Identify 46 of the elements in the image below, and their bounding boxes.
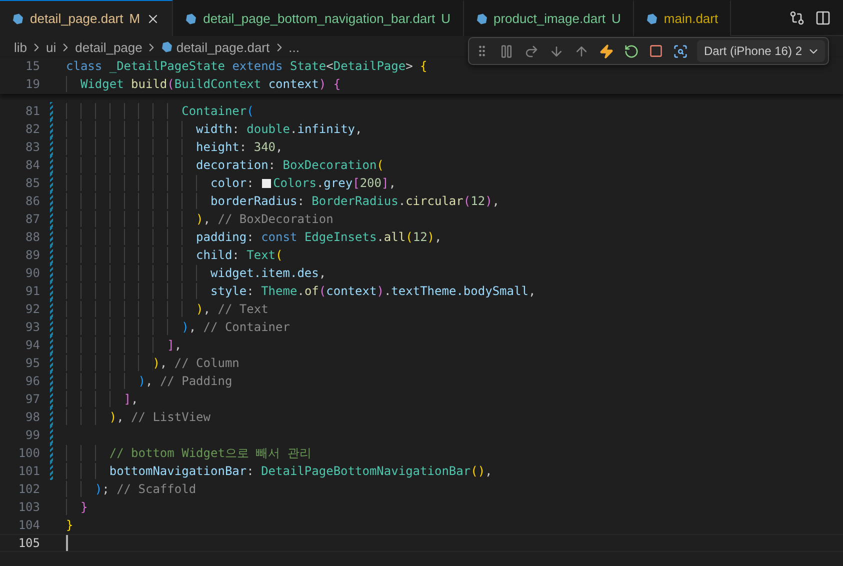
- line-number: 103: [17, 499, 40, 515]
- line-number: 19: [24, 76, 40, 92]
- split-editor-icon[interactable]: [815, 10, 831, 26]
- breadcrumb-item[interactable]: detail_page: [75, 40, 142, 54]
- line-number: 81: [24, 103, 40, 119]
- line-number: 94: [24, 337, 40, 353]
- line-number: 96: [24, 373, 40, 389]
- breadcrumb-item[interactable]: detail_page.dart: [176, 40, 270, 54]
- line-number: 102: [17, 481, 40, 497]
- dart-file-icon: [476, 12, 488, 24]
- dart-file-icon: [646, 12, 658, 24]
- line-number: 87: [24, 211, 40, 227]
- line-number: 100: [17, 445, 40, 461]
- line-number: 104: [17, 517, 40, 533]
- editor-tab[interactable]: detail_page.dart M: [0, 0, 174, 36]
- line-number: 86: [24, 193, 40, 209]
- breadcrumb-item[interactable]: ui: [46, 40, 56, 54]
- stop-icon[interactable]: [647, 42, 665, 60]
- line-number: 84: [24, 157, 40, 173]
- editor-tab[interactable]: main.dart: [634, 0, 732, 36]
- dart-file-icon: [185, 12, 198, 24]
- line-number: 99: [24, 427, 40, 443]
- line-number: 105: [17, 535, 40, 551]
- line-number: 91: [24, 283, 40, 299]
- compare-changes-icon[interactable]: [789, 10, 805, 26]
- device-dropdown[interactable]: Dart (iPhone 16) 2: [696, 40, 825, 62]
- line-number: 89: [24, 247, 40, 263]
- dart-file-icon: [161, 41, 174, 53]
- line-number: 85: [24, 175, 40, 191]
- editor-tab[interactable]: detail_page_bottom_navigation_bar.dart U: [173, 0, 464, 36]
- editor-tab[interactable]: product_image.dart U: [464, 0, 634, 36]
- line-number: 98: [24, 409, 40, 425]
- code-line: [66, 535, 68, 551]
- line-number: 97: [24, 391, 40, 407]
- dart-file-icon: [12, 12, 24, 24]
- line-number: 88: [24, 229, 40, 245]
- line-number: 82: [24, 121, 40, 137]
- line-number: 90: [24, 265, 40, 281]
- line-number: 101: [17, 463, 40, 479]
- breadcrumb-item[interactable]: ...: [288, 40, 300, 54]
- line-number: 15: [24, 58, 40, 74]
- line-number: 95: [24, 355, 40, 371]
- breadcrumb-item[interactable]: lib: [14, 40, 28, 54]
- line-number: 93: [24, 319, 40, 335]
- line-number: 83: [24, 139, 40, 155]
- line-number: 92: [24, 301, 40, 317]
